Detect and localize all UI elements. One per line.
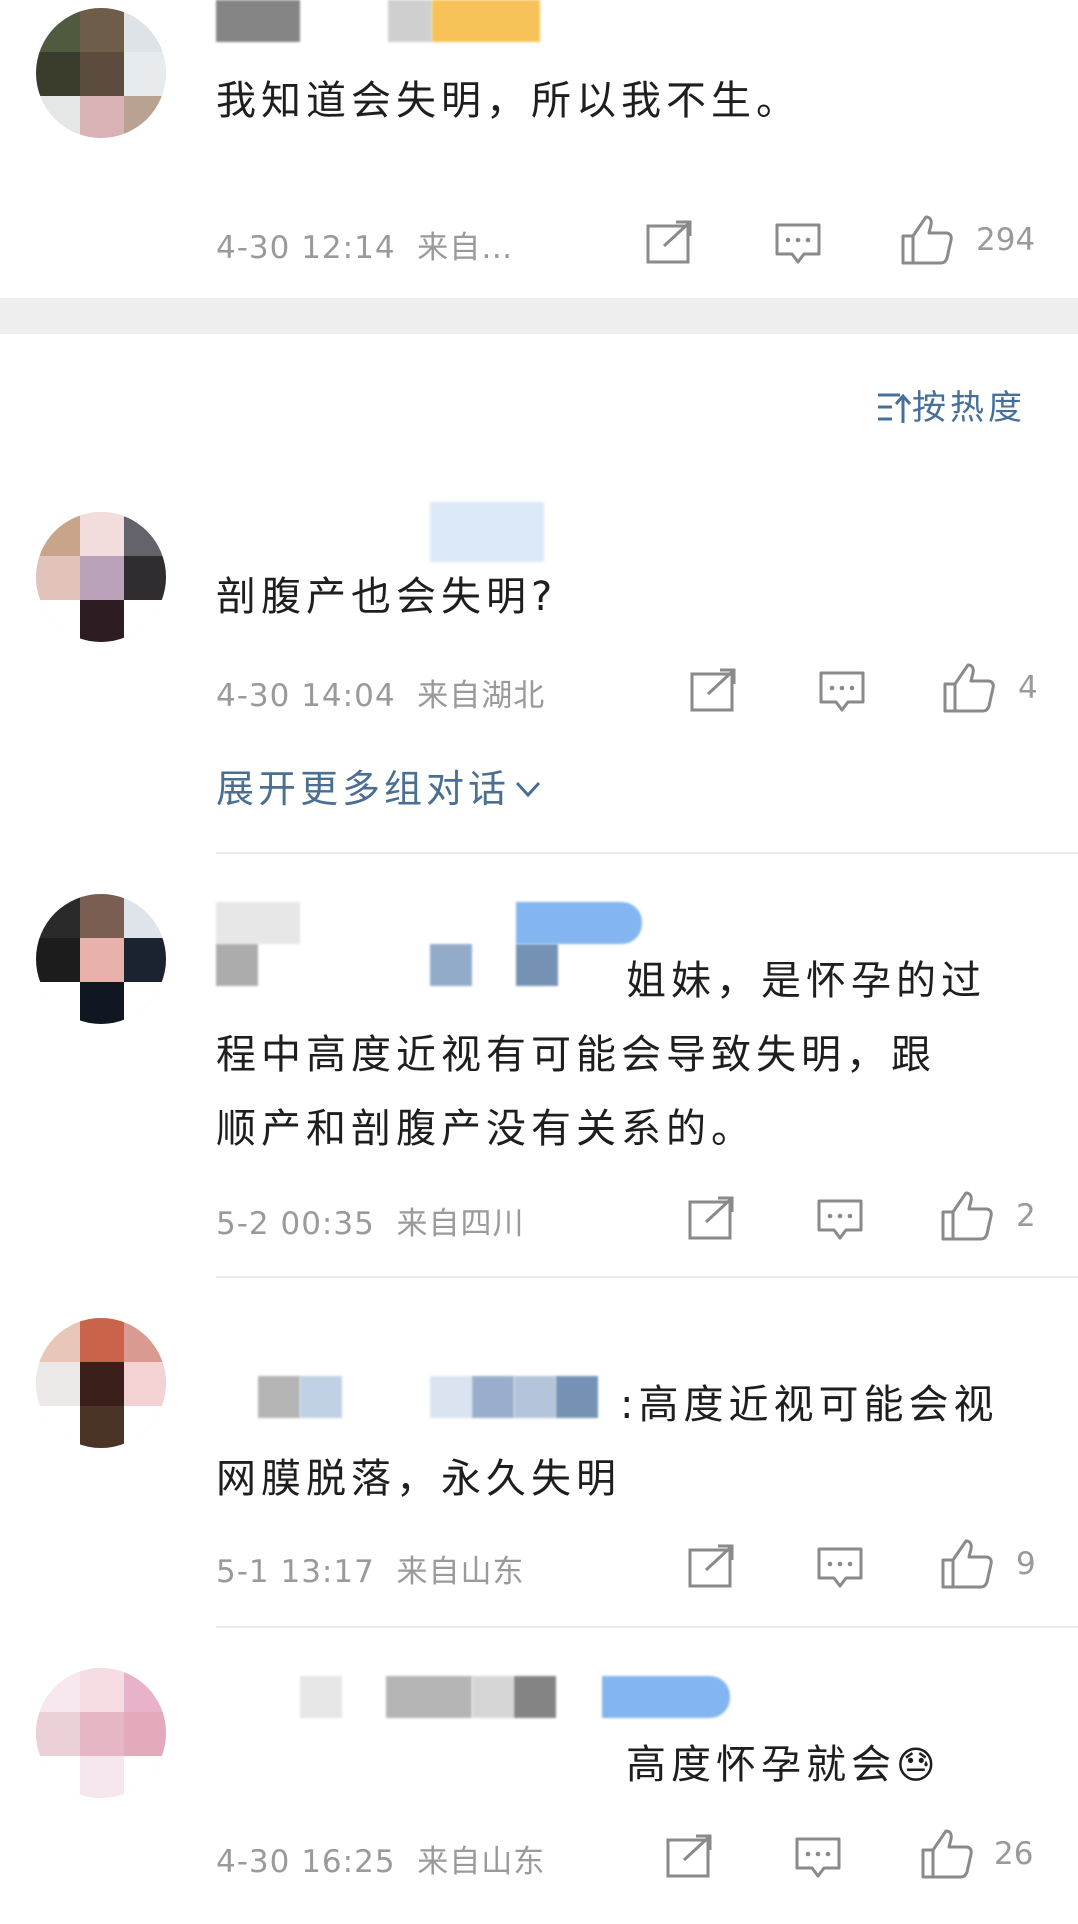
share-icon[interactable]: [688, 1544, 736, 1588]
share-icon[interactable]: [688, 1196, 736, 1240]
comment-text: 剖腹产也会失明?: [216, 574, 558, 620]
comment-source: 来自…: [417, 230, 514, 266]
comment-icon[interactable]: [816, 1546, 864, 1590]
avatar[interactable]: [36, 1668, 166, 1798]
comment-icon[interactable]: [774, 222, 822, 266]
comment-time: 4-30 12:14: [216, 230, 396, 266]
comment-icon[interactable]: [818, 670, 866, 714]
username-redacted[interactable]: [514, 1676, 556, 1718]
avatar[interactable]: [36, 512, 166, 642]
comment-text: :高度近视可能会视 网膜脱落，永久失明: [216, 1368, 1036, 1516]
avatar[interactable]: [36, 8, 166, 138]
comment-text: 姐妹，是怀孕的过 程中高度近视有可能会导致失明，跟 顺产和剖腹产没有关系的。: [216, 944, 1036, 1166]
username-redacted[interactable]: [388, 0, 432, 42]
section-separator: [0, 298, 1078, 334]
comment-text: 高度怀孕就会😓: [216, 1728, 1036, 1802]
like-icon[interactable]: [940, 1190, 994, 1242]
like-count: 294: [976, 222, 1036, 258]
sort-label: 按热度: [912, 388, 1026, 428]
comment-line: 高度怀孕就会😓: [216, 1728, 1036, 1802]
comment-source: 来自湖北: [417, 678, 546, 714]
like-icon[interactable]: [920, 1828, 974, 1880]
sweat-emoji-icon: 😓: [896, 1743, 941, 1787]
expand-label: 展开更多组对话: [216, 767, 511, 811]
comment-line-text: 高度怀孕就会: [626, 1742, 896, 1788]
comment-line: :高度近视可能会视: [620, 1382, 999, 1428]
comment-time: 5-2 00:35: [216, 1206, 375, 1242]
comment-line: 姐妹，是怀孕的过: [626, 958, 986, 1004]
badge-redacted: [432, 0, 540, 42]
comment-line: 顺产和剖腹产没有关系的。: [216, 1106, 756, 1152]
comment-meta: 4-30 16:25 来自山东: [216, 1836, 545, 1881]
comment-line: 网膜脱落，永久失明: [216, 1456, 621, 1502]
badge-redacted: [602, 1676, 730, 1718]
like-count: 26: [994, 1836, 1034, 1872]
username-redacted[interactable]: [472, 1676, 514, 1718]
like-icon[interactable]: [940, 1538, 994, 1590]
comment-source: 来自山东: [396, 1554, 525, 1590]
divider: [216, 852, 1078, 854]
share-icon[interactable]: [646, 220, 694, 264]
like-icon[interactable]: [942, 662, 996, 714]
comment-line: 程中高度近视有可能会导致失明，跟: [216, 1032, 936, 1078]
chevron-down-icon: [515, 781, 541, 798]
like-icon[interactable]: [900, 214, 954, 266]
comment-source: 来自山东: [417, 1844, 546, 1880]
username-redacted[interactable]: [216, 902, 300, 944]
comment-source: 来自四川: [396, 1206, 525, 1242]
sort-icon: [878, 393, 912, 423]
like-count: 9: [1016, 1546, 1036, 1582]
comment-meta: 4-30 14:04 来自湖北: [216, 670, 545, 715]
like-count: 2: [1016, 1198, 1036, 1234]
avatar[interactable]: [36, 1318, 166, 1448]
username-redacted[interactable]: [386, 1676, 472, 1718]
comment-time: 4-30 14:04: [216, 678, 396, 714]
comment-text: 我知道会失明，所以我不生。: [216, 78, 801, 124]
like-count: 4: [1018, 670, 1038, 706]
divider: [216, 1626, 1078, 1628]
avatar[interactable]: [36, 894, 166, 1024]
comment-icon[interactable]: [816, 1198, 864, 1242]
comment-time: 4-30 16:25: [216, 1844, 396, 1880]
expand-conversation-link[interactable]: 展开更多组对话: [216, 758, 542, 813]
share-icon[interactable]: [690, 668, 738, 712]
comment-time: 5-1 13:17: [216, 1554, 375, 1590]
comment-icon[interactable]: [794, 1836, 842, 1880]
username-redacted[interactable]: [300, 1676, 342, 1718]
comment-meta: 5-2 00:35 来自四川: [216, 1198, 525, 1243]
username-redacted[interactable]: [430, 502, 544, 562]
comment-meta: 5-1 13:17 来自山东: [216, 1546, 525, 1591]
username-redacted[interactable]: [216, 0, 300, 42]
sort-toggle[interactable]: 按热度: [876, 380, 1026, 429]
share-icon[interactable]: [666, 1834, 714, 1878]
badge-redacted: [516, 902, 642, 944]
divider: [216, 1276, 1078, 1278]
comment-meta: 4-30 12:14 来自…: [216, 222, 513, 267]
